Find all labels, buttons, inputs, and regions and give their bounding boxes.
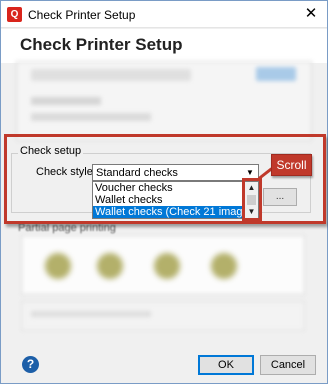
check-setup-annotation-outline [4,134,326,224]
partial-page-right-icon [211,253,237,279]
options-button [256,67,296,81]
partial-page-center-icon [97,253,123,279]
printer-note-row [31,113,151,121]
partial-page-left-icon [45,253,71,279]
dialog-heading: Check Printer Setup [20,35,183,54]
help-icon[interactable]: ? [22,356,39,373]
ok-button[interactable]: OK [198,355,254,375]
partial-page-portrait-icon [154,253,180,279]
dialog-window: Q Check Printer Setup ✕ Check Printer Se… [0,0,328,384]
printer-type-row [31,97,101,105]
quickbooks-app-icon: Q [7,7,22,22]
cancel-button[interactable]: Cancel [260,355,316,375]
window-title: Check Printer Setup [28,8,136,22]
title-bar: Q Check Printer Setup ✕ [1,1,327,28]
scroll-callout: Scroll [271,154,312,176]
printer-name-field [31,69,191,81]
close-icon[interactable]: ✕ [301,5,321,23]
font-settings-row [31,311,151,317]
scrollbar-annotation-outline [242,178,262,221]
